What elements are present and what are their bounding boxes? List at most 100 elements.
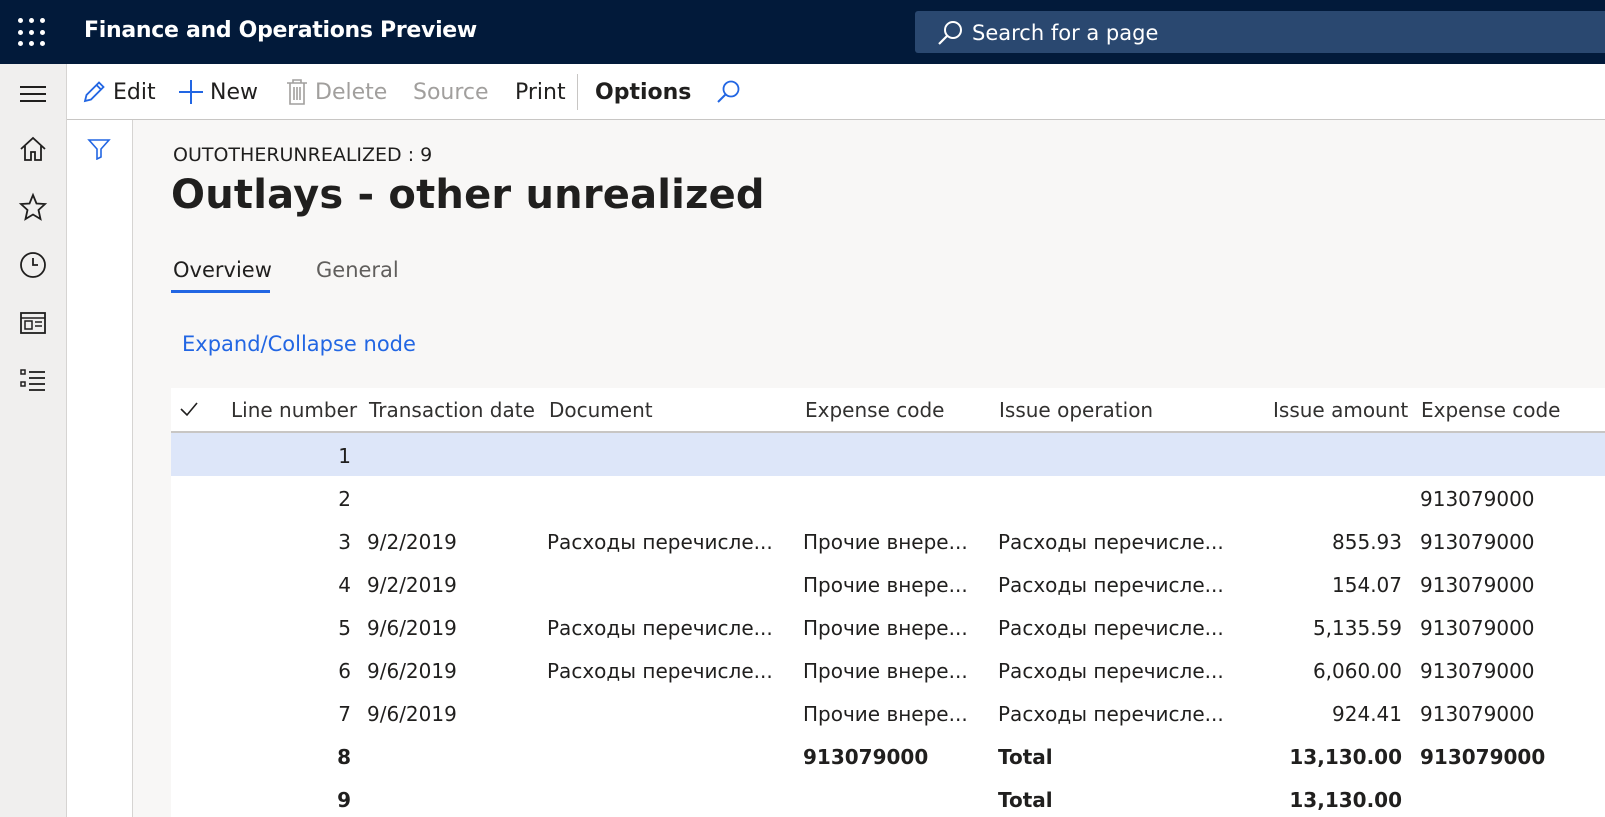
table-row[interactable]: 6 9/6/2019 Расходы перечисле... Прочие внер… (171, 648, 1605, 691)
cell-expense-code-2: 913079000 (1420, 573, 1535, 597)
action-pane: Edit New Delete Source Print Options (67, 64, 1605, 120)
cell-transaction-date: 9/2/2019 (367, 530, 457, 554)
action-search-button[interactable] (715, 78, 747, 106)
cell-expense-code-2: 913079000 (1420, 702, 1535, 726)
plus-icon (179, 80, 203, 104)
cell-expense-code: Прочие внере... (803, 702, 968, 726)
column-header-transaction-date[interactable]: Transaction date (369, 398, 535, 422)
new-button[interactable]: New (178, 78, 258, 106)
cell-expense-code-2: 913079000 (1420, 659, 1535, 683)
cell-line-number: 1 (338, 444, 351, 468)
cell-line-number: 4 (338, 573, 351, 597)
record-identifier: OUTOTHERUNREALIZED : 9 (173, 144, 433, 166)
table-row[interactable]: 8 913079000 Total 13,130.00 913079000 (171, 734, 1605, 777)
new-label: New (210, 79, 258, 105)
favorites-star-icon[interactable] (18, 192, 48, 222)
cell-expense-code: Прочие внере... (803, 659, 968, 683)
cell-expense-code: Прочие внере... (803, 530, 968, 554)
cell-transaction-date: 9/6/2019 (367, 616, 457, 640)
cell-document: Расходы перечисле... (547, 659, 773, 683)
modules-list-icon[interactable] (18, 366, 48, 396)
cell-line-number: 9 (337, 788, 351, 812)
print-label: Print (515, 79, 566, 105)
app-title[interactable]: Finance and Operations Preview (84, 18, 477, 43)
cell-issue-operation: Расходы перечисле... (998, 702, 1224, 726)
filter-icon[interactable] (87, 138, 111, 160)
action-separator (577, 74, 578, 110)
cell-line-number: 3 (338, 530, 351, 554)
cell-line-number: 8 (337, 745, 351, 769)
table-row[interactable]: 4 9/2/2019 Прочие внере... Расходы перечисл… (171, 562, 1605, 605)
table-row[interactable]: 9 Total 13,130.00 (171, 777, 1605, 817)
delete-button[interactable]: Delete (285, 78, 387, 106)
table-row[interactable]: 3 9/2/2019 Расходы перечисле... Прочие внер… (171, 519, 1605, 562)
edit-label: Edit (113, 79, 156, 105)
cell-transaction-date: 9/6/2019 (367, 659, 457, 683)
cell-issue-operation: Расходы перечисле... (998, 616, 1224, 640)
top-bar: Finance and Operations Preview Search fo… (0, 0, 1605, 64)
search-placeholder: Search for a page (972, 21, 1159, 45)
column-header-issue-amount[interactable]: Issue amount (1273, 398, 1408, 422)
column-header-expense-code[interactable]: Expense code (805, 398, 944, 422)
hamburger-menu-icon[interactable] (18, 79, 48, 109)
tab-general[interactable]: General (316, 258, 399, 282)
cell-expense-code-2: 913079000 (1420, 745, 1546, 769)
recent-clock-icon[interactable] (18, 250, 48, 280)
cell-expense-code-2: 913079000 (1420, 530, 1535, 554)
source-button[interactable]: Source (413, 78, 489, 106)
column-header-issue-operation[interactable]: Issue operation (999, 398, 1153, 422)
tab-overview[interactable]: Overview (173, 258, 272, 282)
app-launcher-icon[interactable] (18, 18, 48, 48)
search-icon (717, 80, 740, 103)
cell-issue-amount: 6,060.00 (1312, 659, 1402, 683)
cell-transaction-date: 9/6/2019 (367, 702, 457, 726)
table-row[interactable]: 5 9/6/2019 Расходы перечисле... Прочие внер… (171, 605, 1605, 648)
home-icon[interactable] (18, 134, 48, 164)
grid-header: Line number Transaction date Document Ex… (171, 388, 1605, 433)
filter-pane (67, 120, 133, 817)
cell-expense-code-2: 913079000 (1420, 487, 1535, 511)
delete-label: Delete (315, 79, 388, 105)
cell-issue-amount: 855.93 (1332, 530, 1402, 554)
trash-icon (287, 79, 307, 105)
expand-collapse-link[interactable]: Expand/Collapse node (182, 332, 416, 356)
options-label: Options (595, 79, 692, 105)
cell-transaction-date: 9/2/2019 (367, 573, 457, 597)
cell-document: Расходы перечисле... (547, 616, 773, 640)
cell-issue-amount: 154.07 (1332, 573, 1402, 597)
cell-issue-amount: 5,135.59 (1312, 616, 1402, 640)
cell-issue-operation: Расходы перечисле... (998, 573, 1224, 597)
search-box[interactable]: Search for a page (915, 11, 1605, 53)
print-button[interactable]: Print (515, 78, 566, 106)
data-grid: Line number Transaction date Document Ex… (171, 388, 1605, 817)
edit-button[interactable]: Edit (81, 78, 156, 106)
table-row[interactable]: 7 9/6/2019 Прочие внере... Расходы перечисл… (171, 691, 1605, 734)
source-label: Source (413, 79, 489, 105)
cell-line-number: 7 (338, 702, 351, 726)
table-row[interactable]: 2 913079000 (171, 476, 1605, 519)
cell-issue-amount: 924.41 (1332, 702, 1402, 726)
cell-issue-amount: 13,130.00 (1289, 745, 1402, 769)
cell-issue-amount: 13,130.00 (1289, 788, 1402, 812)
page-title: Outlays - other unrealized (171, 172, 765, 218)
select-all-checkmark-icon[interactable] (179, 400, 199, 418)
options-button[interactable]: Options (595, 78, 691, 106)
cell-expense-code: 913079000 (803, 745, 929, 769)
cell-expense-code: Прочие внере... (803, 616, 968, 640)
workspaces-icon[interactable] (18, 308, 48, 338)
cell-expense-code: Прочие внере... (803, 573, 968, 597)
cell-line-number: 6 (338, 659, 351, 683)
cell-issue-operation: Total (998, 788, 1053, 812)
cell-issue-operation: Total (998, 745, 1053, 769)
left-navigation (0, 64, 67, 817)
active-tab-indicator (171, 290, 270, 293)
cell-issue-operation: Расходы перечисле... (998, 530, 1224, 554)
search-icon (938, 21, 962, 45)
cell-line-number: 5 (338, 616, 351, 640)
column-header-document[interactable]: Document (549, 398, 653, 422)
column-header-expense-code-2[interactable]: Expense code (1421, 398, 1560, 422)
table-row[interactable]: 1 (171, 433, 1605, 476)
cell-document: Расходы перечисле... (547, 530, 773, 554)
cell-line-number: 2 (338, 487, 351, 511)
column-header-line-number[interactable]: Line number (231, 398, 357, 422)
